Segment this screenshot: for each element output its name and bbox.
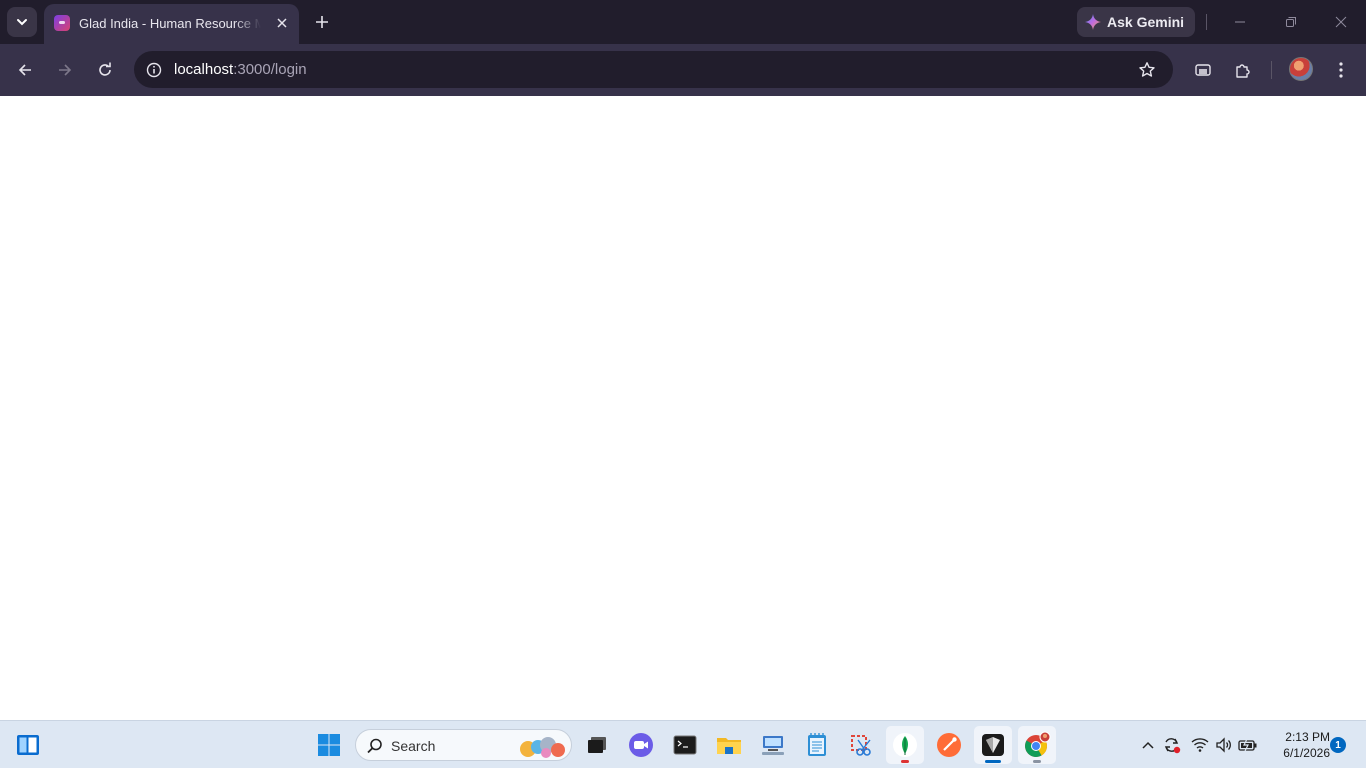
browser-toolbar: localhost:3000/login: [0, 44, 1366, 96]
url-path: :3000/login: [233, 61, 307, 78]
chrome-button[interactable]: [1018, 726, 1056, 764]
minimize-button[interactable]: [1225, 8, 1255, 36]
sync-icon: [1164, 738, 1181, 754]
close-icon: [1335, 16, 1347, 28]
taskbar-clock[interactable]: 2:13 PM 6/1/2026: [1268, 729, 1330, 761]
volume-button[interactable]: [1214, 735, 1234, 755]
taskbar-search-box[interactable]: Search: [355, 729, 572, 761]
media-cast-icon: [1195, 64, 1211, 76]
sync-status-button[interactable]: [1162, 735, 1182, 755]
running-indicator: [1033, 760, 1041, 763]
ask-gemini-button[interactable]: Ask Gemini: [1077, 7, 1195, 37]
widgets-button[interactable]: [9, 726, 47, 764]
windows-start-icon: [318, 734, 340, 756]
separator: [1206, 14, 1207, 30]
clock-time: 2:13 PM: [1285, 730, 1330, 744]
clock-date: 6/1/2026: [1283, 746, 1330, 760]
star-icon: [1139, 62, 1155, 77]
windows-taskbar: Search 2:13 PM 6/1/2026 1: [0, 720, 1366, 768]
close-icon: [277, 18, 287, 28]
kebab-menu-icon: [1339, 62, 1343, 78]
url-host: localhost: [174, 61, 234, 78]
chrome-menu-button[interactable]: [1326, 55, 1356, 85]
cursor-editor-button[interactable]: [974, 726, 1012, 764]
notification-badge[interactable]: 1: [1330, 737, 1346, 753]
terminal-icon: [673, 735, 697, 755]
extensions-button[interactable]: [1228, 55, 1258, 85]
restore-icon: [1286, 17, 1296, 27]
battery-button[interactable]: [1238, 735, 1258, 755]
widgets-icon: [17, 735, 39, 755]
start-button[interactable]: [310, 726, 348, 764]
reload-icon: [99, 62, 111, 76]
search-icon: [367, 738, 382, 754]
bookmark-button[interactable]: [1134, 57, 1160, 83]
tab-search-button[interactable]: [7, 7, 37, 37]
plus-icon: [316, 16, 328, 28]
active-indicator: [985, 760, 1001, 763]
tab-title: Glad India - Human Resource Management: [79, 16, 261, 31]
snipping-tool-button[interactable]: [842, 726, 880, 764]
show-hidden-icons-button[interactable]: [1138, 735, 1158, 755]
search-placeholder: Search: [391, 738, 436, 754]
wifi-button[interactable]: [1190, 735, 1210, 755]
cursor-editor-icon: [982, 734, 1004, 756]
browser-tab[interactable]: Glad India - Human Resource Management: [44, 4, 299, 44]
notepad-button[interactable]: [798, 726, 836, 764]
new-tab-button[interactable]: [310, 10, 334, 34]
address-bar[interactable]: localhost:3000/login: [134, 51, 1173, 88]
close-window-button[interactable]: [1326, 8, 1356, 36]
site-info-button[interactable]: [142, 58, 166, 82]
snipping-tool-icon: [851, 735, 871, 756]
zoom-icon: [629, 733, 653, 757]
folder-icon: [717, 738, 741, 754]
notepad-icon: [808, 733, 826, 756]
battery-charging-icon: [1238, 738, 1257, 752]
mongodb-leaf-icon: [893, 733, 917, 757]
minimize-icon: [1235, 21, 1245, 23]
search-highlight-art-icon: [520, 737, 565, 758]
ask-gemini-label: Ask Gemini: [1107, 14, 1185, 30]
file-explorer-button[interactable]: [710, 726, 748, 764]
browser-tab-strip: Glad India - Human Resource Management A…: [0, 0, 1366, 44]
separator: [1271, 61, 1272, 79]
mongodb-compass-button[interactable]: [886, 726, 924, 764]
postman-icon: [937, 733, 961, 757]
restore-button[interactable]: [1276, 8, 1306, 36]
task-view-icon: [588, 737, 606, 753]
arrow-right-icon: [59, 64, 72, 76]
postman-button[interactable]: [930, 726, 968, 764]
page-viewport: [0, 96, 1366, 720]
back-button[interactable]: [10, 55, 40, 85]
site-favicon-icon: [54, 15, 70, 31]
gemini-sparkle-icon: [1085, 14, 1101, 30]
chevron-down-icon: [17, 19, 27, 26]
speaker-icon: [1216, 737, 1231, 753]
cast-button[interactable]: [1188, 55, 1218, 85]
zoom-app-button[interactable]: [622, 726, 660, 764]
network-computer-icon: [762, 736, 784, 755]
info-icon: [146, 62, 162, 78]
forward-button[interactable]: [50, 55, 80, 85]
reload-button[interactable]: [90, 55, 120, 85]
arrow-left-icon: [18, 64, 31, 76]
puzzle-piece-icon: [1236, 64, 1250, 78]
terminal-app-button[interactable]: [666, 726, 704, 764]
chrome-icon: [1025, 731, 1051, 757]
url-text[interactable]: localhost:3000/login: [174, 61, 307, 78]
chevron-up-icon: [1142, 741, 1154, 749]
profile-avatar[interactable]: [1289, 57, 1313, 81]
network-app-button[interactable]: [754, 726, 792, 764]
task-view-button[interactable]: [578, 726, 616, 764]
running-indicator: [901, 760, 909, 763]
wifi-icon: [1191, 738, 1209, 752]
close-tab-button[interactable]: [272, 13, 292, 33]
